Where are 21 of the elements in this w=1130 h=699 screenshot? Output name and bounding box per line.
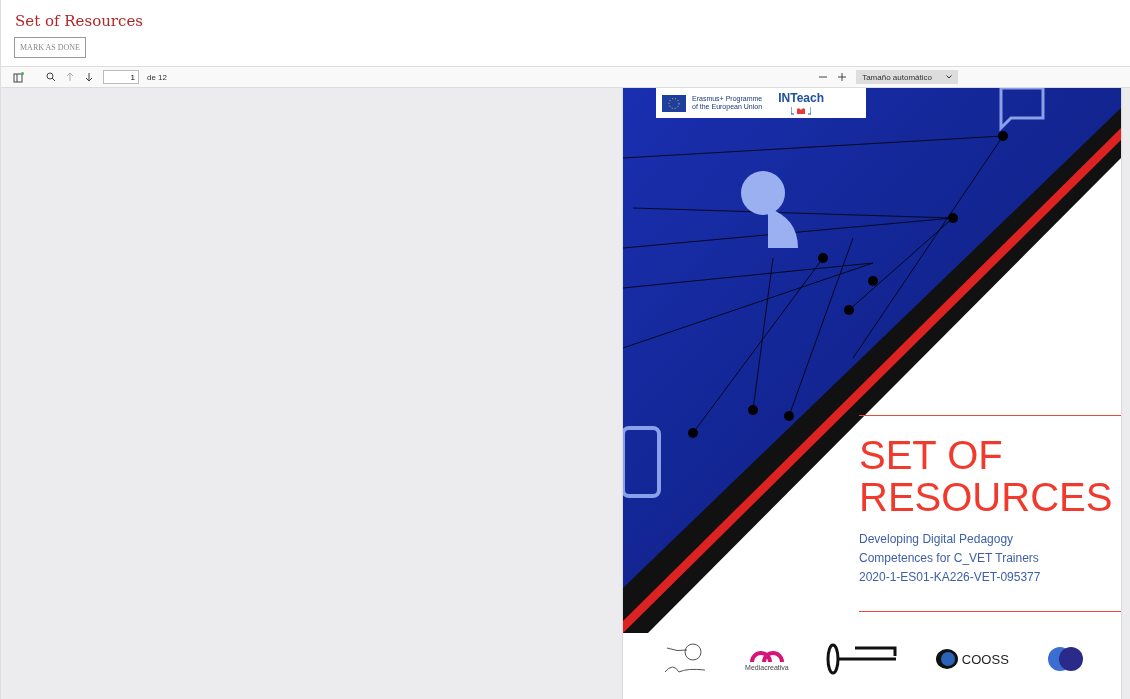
- ring-logo-icon: [934, 648, 959, 670]
- down-arrow-icon[interactable]: [84, 71, 95, 83]
- book-icon: [791, 107, 812, 115]
- chevron-down-icon: [946, 75, 952, 79]
- zoom-select[interactable]: Tamaño automático: [856, 70, 958, 84]
- sidebar-toggle-icon[interactable]: [13, 71, 24, 83]
- cover-subtitle: Developing Digital Pedagogy: [859, 531, 1015, 548]
- search-icon[interactable]: [46, 71, 57, 83]
- cover-subtitle: 2020-1-ES01-KA226-VET-095377: [859, 569, 1042, 587]
- partner-name: COOSS: [961, 651, 1009, 667]
- cover-heading: SET OF: [859, 434, 1004, 476]
- page-count: de 12: [147, 72, 168, 82]
- zoom-in-icon[interactable]: [837, 71, 849, 83]
- cover-heading: RESOURCES: [859, 476, 1114, 518]
- key-icon: [824, 642, 899, 676]
- project-logo-text: INTeach: [778, 91, 824, 105]
- page-title: Set of Resources: [15, 12, 144, 30]
- cover-subtitle: Competences for C_VET Trainers: [859, 550, 1040, 568]
- eu-flag-icon: [662, 94, 686, 112]
- page-number-field[interactable]: 1: [103, 70, 139, 84]
- mark-as-done-button[interactable]: MARK AS DONE: [14, 37, 86, 58]
